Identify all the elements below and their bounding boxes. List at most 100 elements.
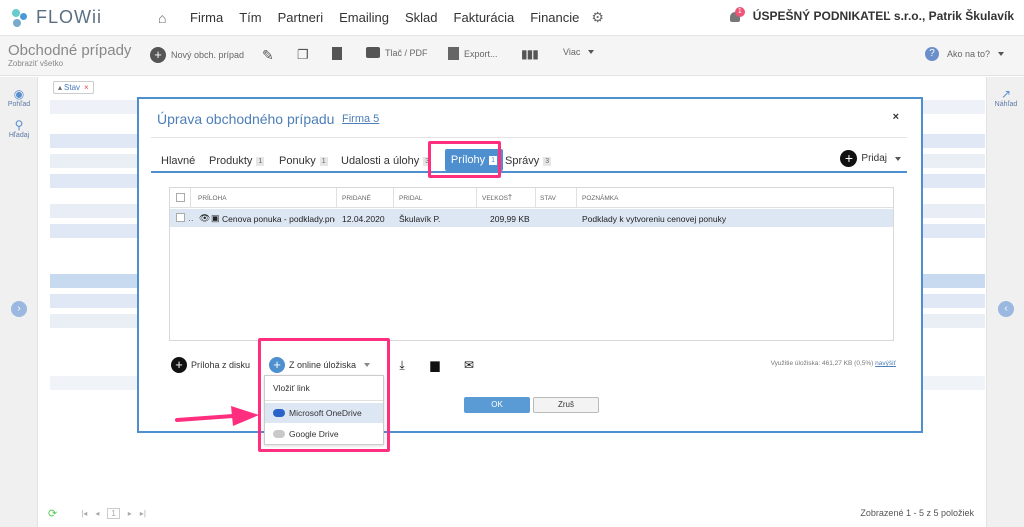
- increase-storage-link[interactable]: navýšiť: [875, 360, 896, 367]
- tab-produkty[interactable]: Produkty 1: [209, 155, 265, 167]
- menu-item-label: Microsoft OneDrive: [289, 408, 362, 418]
- nav-item-sklad[interactable]: Sklad: [405, 10, 438, 25]
- page-number[interactable]: 1: [107, 507, 120, 519]
- company-user-name[interactable]: ÚSPEŠNÝ PODNIKATEĽ s.r.o., Patrik Škulav…: [753, 9, 1014, 23]
- table-row[interactable]: ‥ 👁 ▣ Cenova ponuka - podklady.png 12.04…: [170, 209, 893, 227]
- preview-label: Náhľad: [994, 101, 1018, 108]
- row-checkbox[interactable]: [176, 213, 185, 222]
- logo-icon: [10, 7, 30, 29]
- tab-label: Ponuky: [279, 155, 316, 167]
- refresh-icon[interactable]: ⟳: [48, 507, 57, 520]
- external-link-icon: ↗: [1000, 87, 1012, 101]
- prev-page-icon[interactable]: ◂: [95, 509, 99, 518]
- menu-item-insert-link[interactable]: Vložiť link: [265, 378, 383, 398]
- gear-icon[interactable]: ⚙: [591, 9, 604, 26]
- edit-button[interactable]: ✎: [262, 47, 274, 64]
- filter-chip-stav[interactable]: ▴ Stav ×: [53, 81, 94, 94]
- search-button[interactable]: ⚲ Hľadaj: [0, 119, 38, 139]
- export-label: Export...: [464, 48, 498, 59]
- chevron-right-icon[interactable]: ›: [11, 301, 27, 317]
- nav-item-tim[interactable]: Tím: [239, 10, 261, 25]
- plus-icon: +: [269, 357, 285, 373]
- upload-from-cloud-button[interactable]: + Z online úložiska: [269, 357, 371, 373]
- home-icon[interactable]: ⌂: [158, 11, 172, 25]
- tab-label: Prílohy: [450, 154, 486, 166]
- left-rail: ◉ Pohľad ⚲ Hľadaj ›: [0, 77, 38, 527]
- column-header-pridal[interactable]: PRIDAL: [399, 195, 422, 202]
- copy-icon: ❐: [297, 47, 309, 62]
- download-icon[interactable]: ⤓: [396, 359, 408, 371]
- column-header-priloha[interactable]: PRÍLOHA: [198, 195, 227, 202]
- help-icon: ?: [925, 47, 939, 61]
- upload-from-disk-button[interactable]: + Príloha z disku: [171, 357, 250, 373]
- help-button[interactable]: ? Ako na to?: [925, 47, 1005, 61]
- plus-icon: +: [150, 47, 166, 63]
- select-all-checkbox[interactable]: [176, 193, 185, 202]
- column-header-pridane[interactable]: PRIDANÉ: [342, 195, 371, 202]
- print-label: Tlač / PDF: [385, 47, 428, 58]
- column-header-velkost[interactable]: VEĽKOSŤ: [482, 195, 512, 202]
- close-icon[interactable]: ×: [893, 111, 899, 123]
- add-button[interactable]: + Pridaj: [840, 150, 901, 167]
- help-label: Ako na to?: [947, 49, 991, 59]
- export-button[interactable]: Export...: [448, 47, 498, 60]
- nav-item-firma[interactable]: Firma: [190, 10, 223, 25]
- menu-item-onedrive[interactable]: Microsoft OneDrive: [265, 403, 383, 423]
- mail-icon[interactable]: ✉: [463, 359, 475, 371]
- column-header-poznamka[interactable]: POZNÁMKA: [582, 195, 618, 202]
- tab-count-badge: 1: [319, 156, 328, 166]
- chevron-left-icon[interactable]: ‹: [998, 301, 1014, 317]
- logo-text: FLOWii: [36, 7, 102, 27]
- close-icon[interactable]: ×: [84, 83, 89, 92]
- tab-udalosti-ulohy[interactable]: Udalosti a úlohy 3: [341, 155, 432, 167]
- ok-button[interactable]: OK: [464, 397, 530, 413]
- nav-item-partneri[interactable]: Partneri: [278, 10, 324, 25]
- nav-item-financie[interactable]: Financie: [530, 10, 579, 25]
- divider: [151, 137, 907, 138]
- new-case-button[interactable]: + Nový obch. prípad: [150, 47, 244, 63]
- grid-header: PRÍLOHA PRIDANÉ PRIDAL VEĽKOSŤ STAV POZN…: [170, 188, 893, 208]
- tab-count-badge: 3: [543, 156, 552, 166]
- last-page-icon[interactable]: ▸|: [140, 509, 146, 518]
- nav-item-fakturacia[interactable]: Fakturácia: [454, 10, 515, 25]
- stats-button[interactable]: ▮▮▮: [521, 47, 539, 61]
- menu-item-google-drive[interactable]: Google Drive: [265, 424, 383, 444]
- bell-icon[interactable]: 1: [729, 7, 745, 23]
- top-nav: FLOWii ⌂ Firma Tím Partneri Emailing Skl…: [0, 0, 1024, 36]
- delete-button[interactable]: [332, 47, 347, 60]
- view-button[interactable]: ◉ Pohľad: [0, 87, 38, 108]
- cancel-button[interactable]: Zruš: [533, 397, 599, 413]
- eye-icon: ◉: [13, 87, 25, 101]
- tab-prilohy[interactable]: Prílohy 1: [445, 149, 503, 171]
- eye-icon[interactable]: 👁: [199, 213, 210, 224]
- print-button[interactable]: Tlač / PDF: [366, 47, 428, 58]
- modal-title: Úprava obchodného prípadu: [157, 111, 335, 127]
- copy-button[interactable]: ❐: [297, 47, 309, 63]
- column-header-stav[interactable]: STAV: [540, 195, 556, 202]
- chevron-down-icon: [588, 50, 595, 54]
- caret-up-icon: ▴: [58, 83, 63, 92]
- upload-from-cloud-label: Z online úložiska: [289, 360, 357, 370]
- attachment-filename[interactable]: Cenova ponuka - podklady.png: [222, 214, 335, 224]
- tab-count-badge: 1: [256, 156, 265, 166]
- row-menu-icon[interactable]: ‥: [188, 213, 194, 224]
- storage-usage: Využitie úložiska: 461,27 KB (0,5%) navý…: [771, 360, 896, 367]
- tab-hlavne[interactable]: Hlavné: [161, 155, 195, 167]
- tab-ponuky[interactable]: Ponuky 1: [279, 155, 328, 167]
- tab-spravy[interactable]: Správy 3: [505, 155, 552, 167]
- view-label: Pohľad: [7, 101, 31, 108]
- pager: |◂ ◂ 1 ▸ ▸|: [77, 507, 150, 519]
- first-page-icon[interactable]: |◂: [81, 509, 87, 518]
- attachment-note: Podklady k vytvoreniu cenovej ponuky: [582, 214, 727, 224]
- preview-button[interactable]: ↗ Náhľad: [987, 87, 1024, 108]
- printer-icon: [366, 47, 380, 58]
- nav-item-emailing[interactable]: Emailing: [339, 10, 389, 25]
- next-page-icon[interactable]: ▸: [128, 509, 132, 518]
- edit-case-modal: Úprava obchodného prípadu Firma 5 × Hlav…: [137, 97, 923, 433]
- company-link[interactable]: Firma 5: [342, 113, 379, 125]
- logo[interactable]: FLOWii: [10, 7, 140, 29]
- more-dropdown[interactable]: Viac: [563, 47, 595, 57]
- page-subtitle[interactable]: Zobraziť všetko: [8, 59, 63, 68]
- image-file-icon: ▣: [211, 213, 220, 223]
- trash-icon[interactable]: ▆: [429, 359, 441, 371]
